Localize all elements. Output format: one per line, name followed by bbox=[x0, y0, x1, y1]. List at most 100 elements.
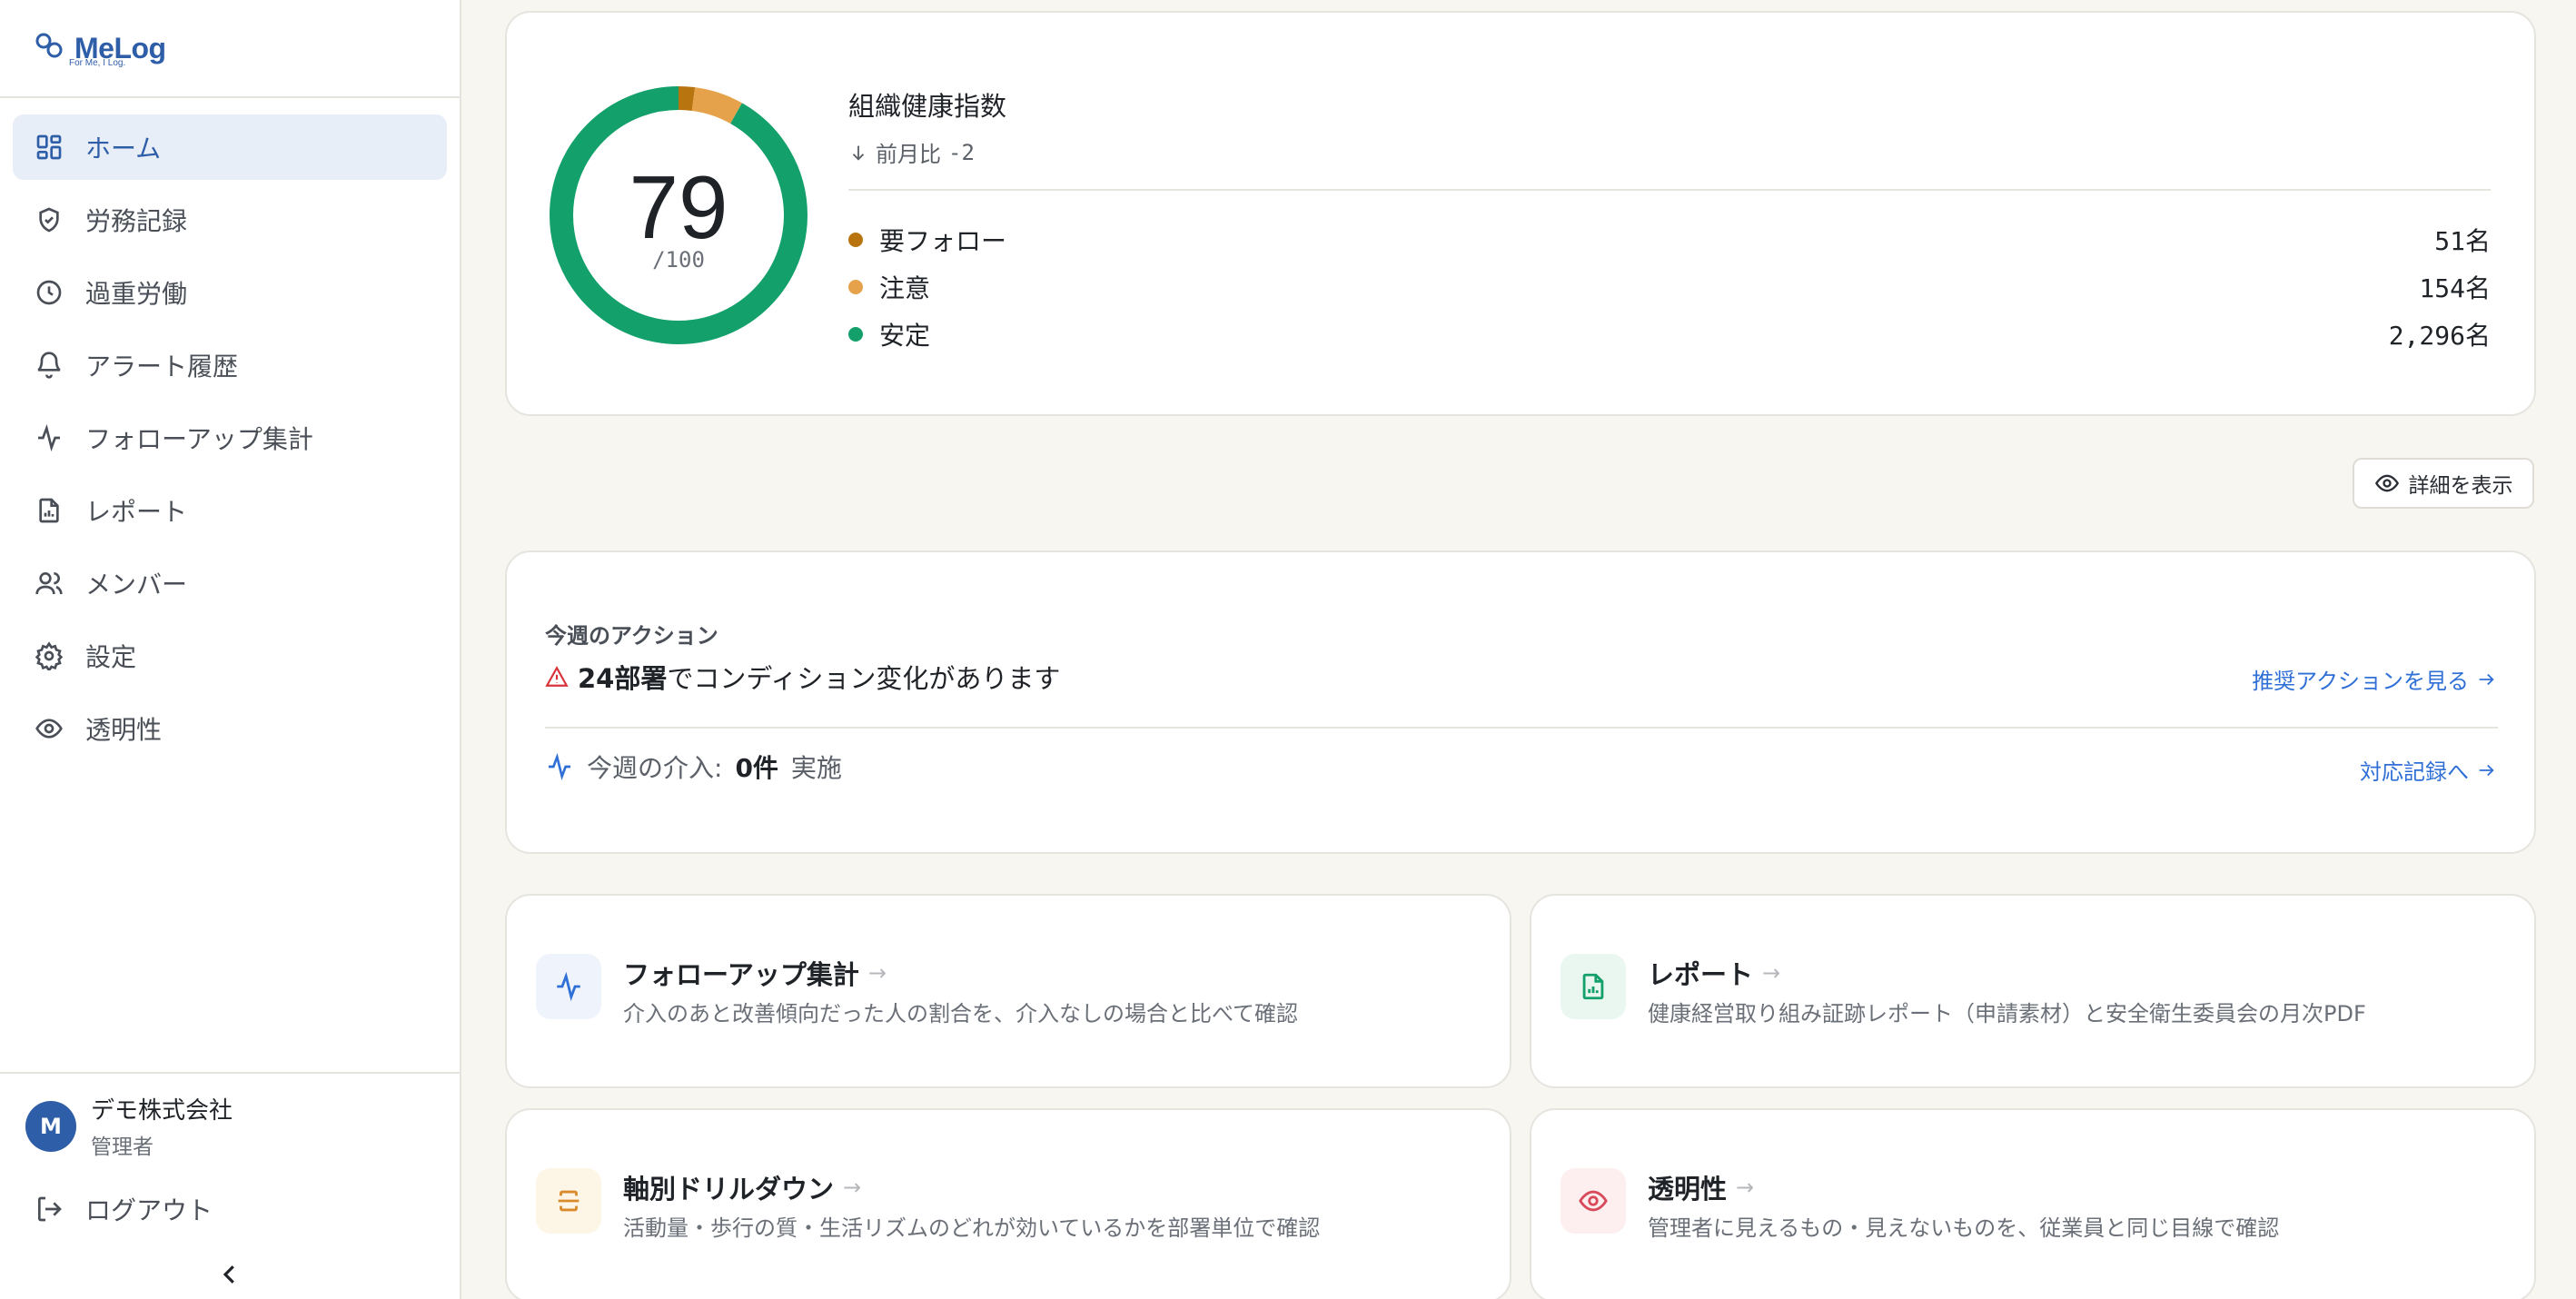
tile-title-text: 軸別ドリルダウン bbox=[623, 1174, 835, 1205]
tile-icon-box bbox=[1560, 1168, 1626, 1234]
sidebar-nav: ホーム 労務記録 過重労働 アラート履歴 フォローアップ集計 レポート メンバー bbox=[0, 98, 460, 761]
eye-icon bbox=[1579, 1190, 1608, 1212]
sidebar-item-overwork[interactable]: 過重労働 bbox=[13, 260, 447, 325]
intervention-label: 今週の介入: bbox=[587, 753, 723, 783]
tile-description: 管理者に見えるもの・見えないものを、従業員と同じ目線で確認 bbox=[1648, 1215, 2280, 1241]
sidebar-footer: M デモ株式会社 管理者 ログアウト bbox=[0, 1072, 460, 1227]
intervention-row: 今週の介入: 0件 実施 bbox=[545, 738, 842, 796]
health-title: 組織健康指数 bbox=[848, 91, 1007, 122]
health-score: 79 bbox=[629, 157, 728, 257]
divider bbox=[848, 189, 2491, 191]
response-records-label: 対応記録へ bbox=[2360, 759, 2469, 785]
legend-label: 安定 bbox=[879, 321, 931, 351]
arrow-right-icon: → bbox=[867, 960, 887, 986]
legend-value: 154名 bbox=[2419, 273, 2491, 303]
legend-label: 注意 bbox=[879, 273, 931, 303]
tile-title: 透明性 → bbox=[1648, 1168, 1754, 1206]
delta-value: -2 bbox=[948, 139, 975, 165]
sidebar-item-label: ホーム bbox=[85, 134, 162, 164]
show-details-label: 詳細を表示 bbox=[2408, 474, 2513, 498]
tile-title-text: レポート bbox=[1648, 959, 1754, 990]
logout-icon bbox=[38, 1196, 62, 1222]
sidebar-item-label: フォローアップ集計 bbox=[85, 424, 313, 454]
response-records-link[interactable]: 対応記録へ bbox=[2360, 754, 2496, 786]
sidebar-item-alert-history[interactable]: アラート履歴 bbox=[13, 332, 447, 398]
eye-icon bbox=[35, 719, 63, 739]
brand-tagline: For Me, I Log. bbox=[69, 58, 126, 68]
sidebar-item-members[interactable]: メンバー bbox=[13, 550, 447, 616]
activity-icon bbox=[557, 971, 580, 1002]
legend-value: 2,296名 bbox=[2388, 321, 2491, 351]
tile-icon-box bbox=[536, 1168, 601, 1234]
legend-row-stable: 安定 2,296名 bbox=[848, 316, 2491, 352]
gear-icon bbox=[35, 641, 64, 670]
recommended-actions-label: 推奨アクションを見る bbox=[2252, 669, 2469, 694]
arrow-down-icon bbox=[852, 145, 865, 161]
tile-description: 介入のあと改善傾向だった人の割合を、介入なしの場合と比べて確認 bbox=[623, 1001, 1299, 1026]
sidebar-item-home[interactable]: ホーム bbox=[13, 114, 447, 180]
sidebar: MeLog For Me, I Log. ホーム 労務記録 過重労働 アラート履… bbox=[0, 0, 461, 1299]
sidebar-item-transparency[interactable]: 透明性 bbox=[13, 696, 447, 761]
org-health-card: 79 /100 組織健康指数 前月比 -2 要フォロー 51名 注意 154名 … bbox=[505, 11, 2536, 416]
legend-row-caution: 注意 154名 bbox=[848, 269, 2491, 305]
legend-dot bbox=[848, 280, 863, 294]
file-chart-icon bbox=[39, 498, 59, 523]
health-score-max: /100 bbox=[652, 247, 705, 273]
sidebar-item-label: アラート履歴 bbox=[85, 352, 239, 382]
warning-icon bbox=[545, 666, 569, 687]
avatar: M bbox=[25, 1100, 76, 1152]
recommended-actions-link[interactable]: 推奨アクションを見る bbox=[2252, 663, 2496, 695]
condition-change-row: 24部署でコンディション変化があります bbox=[545, 658, 1060, 696]
split-icon bbox=[558, 1190, 580, 1212]
sidebar-item-label: 透明性 bbox=[85, 715, 163, 745]
file-chart-icon bbox=[1582, 973, 1604, 1000]
tile-title-text: 透明性 bbox=[1648, 1174, 1728, 1205]
arrow-right-icon: → bbox=[1762, 960, 1781, 986]
user-profile[interactable]: M デモ株式会社 管理者 bbox=[0, 1074, 460, 1160]
tile-title: レポート → bbox=[1648, 954, 1780, 992]
collapse-sidebar-icon[interactable] bbox=[216, 1261, 243, 1288]
show-details-button[interactable]: 詳細を表示 bbox=[2353, 458, 2534, 509]
sidebar-item-settings[interactable]: 設定 bbox=[13, 623, 447, 689]
tile-followup[interactable]: フォローアップ集計 → 介入のあと改善傾向だった人の割合を、介入なしの場合と比べて… bbox=[505, 894, 1511, 1088]
sidebar-item-followup[interactable]: フォローアップ集計 bbox=[13, 405, 447, 471]
logo-mark-icon bbox=[35, 33, 63, 58]
sidebar-item-label: 労務記録 bbox=[85, 206, 188, 236]
tile-icon-box bbox=[536, 954, 601, 1019]
sidebar-item-label: 過重労働 bbox=[85, 279, 188, 309]
legend-value: 51名 bbox=[2434, 226, 2491, 256]
condition-count: 24部署 bbox=[578, 663, 668, 694]
legend-dot bbox=[848, 233, 863, 247]
shield-check-icon bbox=[39, 207, 59, 233]
weekly-actions-card: 今週のアクション 24部署でコンディション変化があります 推奨アクションを見る … bbox=[505, 550, 2536, 854]
activity-icon bbox=[38, 423, 60, 452]
bell-icon bbox=[37, 352, 61, 379]
legend-dot bbox=[848, 327, 863, 342]
sidebar-item-reports[interactable]: レポート bbox=[13, 478, 447, 543]
condition-text: でコンディション変化があります bbox=[667, 663, 1061, 694]
brand: MeLog For Me, I Log. bbox=[0, 0, 460, 98]
tile-title: 軸別ドリルダウン → bbox=[623, 1168, 861, 1206]
sidebar-item-label: 設定 bbox=[85, 642, 137, 672]
tile-transparency[interactable]: 透明性 → 管理者に見えるもの・見えないものを、従業員と同じ目線で確認 bbox=[1530, 1108, 2536, 1299]
users-icon bbox=[35, 572, 63, 595]
dashboard-icon bbox=[36, 134, 62, 160]
arrow-right-icon bbox=[2479, 673, 2494, 685]
activity-icon bbox=[549, 752, 570, 781]
sidebar-item-labor-records[interactable]: 労務記録 bbox=[13, 187, 447, 253]
legend-label: 要フォロー bbox=[879, 226, 1007, 256]
tile-axis-drilldown[interactable]: 軸別ドリルダウン → 活動量・歩行の質・生活リズムのどれが効いているかを部署単位で… bbox=[505, 1108, 1511, 1299]
profile-role: 管理者 bbox=[91, 1135, 154, 1159]
arrow-right-icon: → bbox=[843, 1175, 862, 1200]
profile-company: デモ株式会社 bbox=[91, 1097, 233, 1125]
tile-title-text: フォローアップ集計 bbox=[623, 959, 859, 990]
tile-reports[interactable]: レポート → 健康経営取り組み証跡レポート（申請素材）と安全衛生委員会の月次PDF bbox=[1530, 894, 2536, 1088]
arrow-right-icon: → bbox=[1736, 1175, 1755, 1200]
arrow-right-icon bbox=[2479, 764, 2494, 776]
clock-icon bbox=[36, 280, 62, 305]
logout-label: ログアウト bbox=[85, 1195, 213, 1225]
tile-description: 健康経営取り組み証跡レポート（申請素材）と安全衛生委員会の月次PDF bbox=[1648, 1001, 2366, 1026]
tile-icon-box bbox=[1560, 954, 1626, 1019]
tile-description: 活動量・歩行の質・生活リズムのどれが効いているかを部署単位で確認 bbox=[623, 1215, 1321, 1241]
logout-button[interactable]: ログアウト bbox=[0, 1160, 460, 1227]
